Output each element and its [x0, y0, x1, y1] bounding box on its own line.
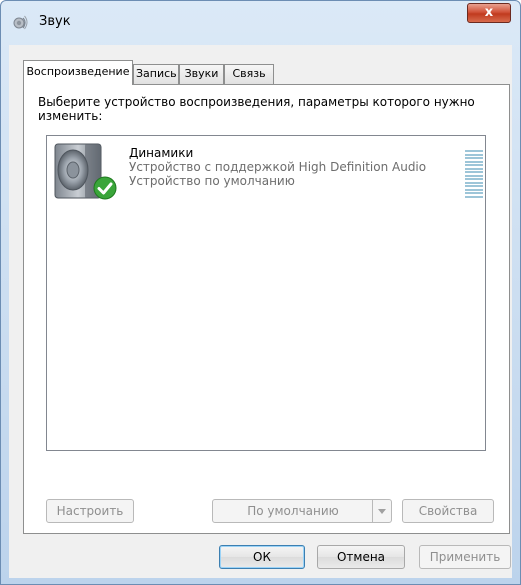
device-status: Устройство по умолчанию — [129, 174, 295, 188]
ok-button[interactable]: ОК — [219, 545, 305, 569]
sound-app-icon — [13, 15, 28, 30]
close-button[interactable]: x — [467, 3, 511, 23]
tab-recording-label: Запись — [136, 67, 177, 80]
tab-sounds[interactable]: Звуки — [179, 64, 224, 84]
set-default-button[interactable]: По умолчанию — [212, 499, 392, 523]
instruction-text: Выберите устройство воспроизведения, пар… — [38, 95, 475, 123]
volume-level-meter — [465, 150, 483, 200]
properties-button[interactable]: Свойства — [402, 499, 494, 523]
cancel-button-label: Отмена — [336, 550, 386, 564]
device-name: Динамики — [129, 146, 194, 160]
device-description: Устройство с поддержкой High Definition … — [129, 160, 427, 174]
tab-recording[interactable]: Запись — [133, 64, 179, 84]
tab-playback-label: Воспроизведение — [26, 65, 130, 78]
configure-button[interactable]: Настроить — [46, 499, 134, 523]
list-item[interactable]: Динамики Устройство с поддержкой High De… — [49, 138, 483, 202]
tab-sounds-label: Звуки — [184, 67, 219, 80]
tab-playback[interactable]: Воспроизведение — [23, 60, 133, 85]
playback-tab-panel: Выберите устройство воспроизведения, пар… — [23, 84, 510, 534]
default-check-icon — [93, 176, 117, 200]
apply-button[interactable]: Применить — [419, 545, 511, 569]
tab-communications[interactable]: Связь — [224, 64, 274, 84]
close-icon: x — [484, 5, 494, 20]
ok-button-label: ОК — [253, 550, 271, 564]
apply-button-label: Применить — [429, 550, 501, 564]
chevron-down-icon[interactable] — [372, 500, 391, 522]
properties-button-label: Свойства — [418, 504, 478, 518]
tab-communications-label: Связь — [232, 67, 266, 80]
cancel-button[interactable]: Отмена — [317, 545, 405, 569]
window-title: Звук — [39, 14, 71, 29]
device-list[interactable]: Динамики Устройство с поддержкой High De… — [46, 135, 486, 451]
configure-button-label: Настроить — [56, 504, 124, 518]
title-bar[interactable]: Звук x — [1, 1, 520, 45]
set-default-button-label: По умолчанию — [247, 504, 339, 518]
sound-dialog: Звук x Воспроизведение Запись Звуки Связ… — [0, 0, 521, 585]
